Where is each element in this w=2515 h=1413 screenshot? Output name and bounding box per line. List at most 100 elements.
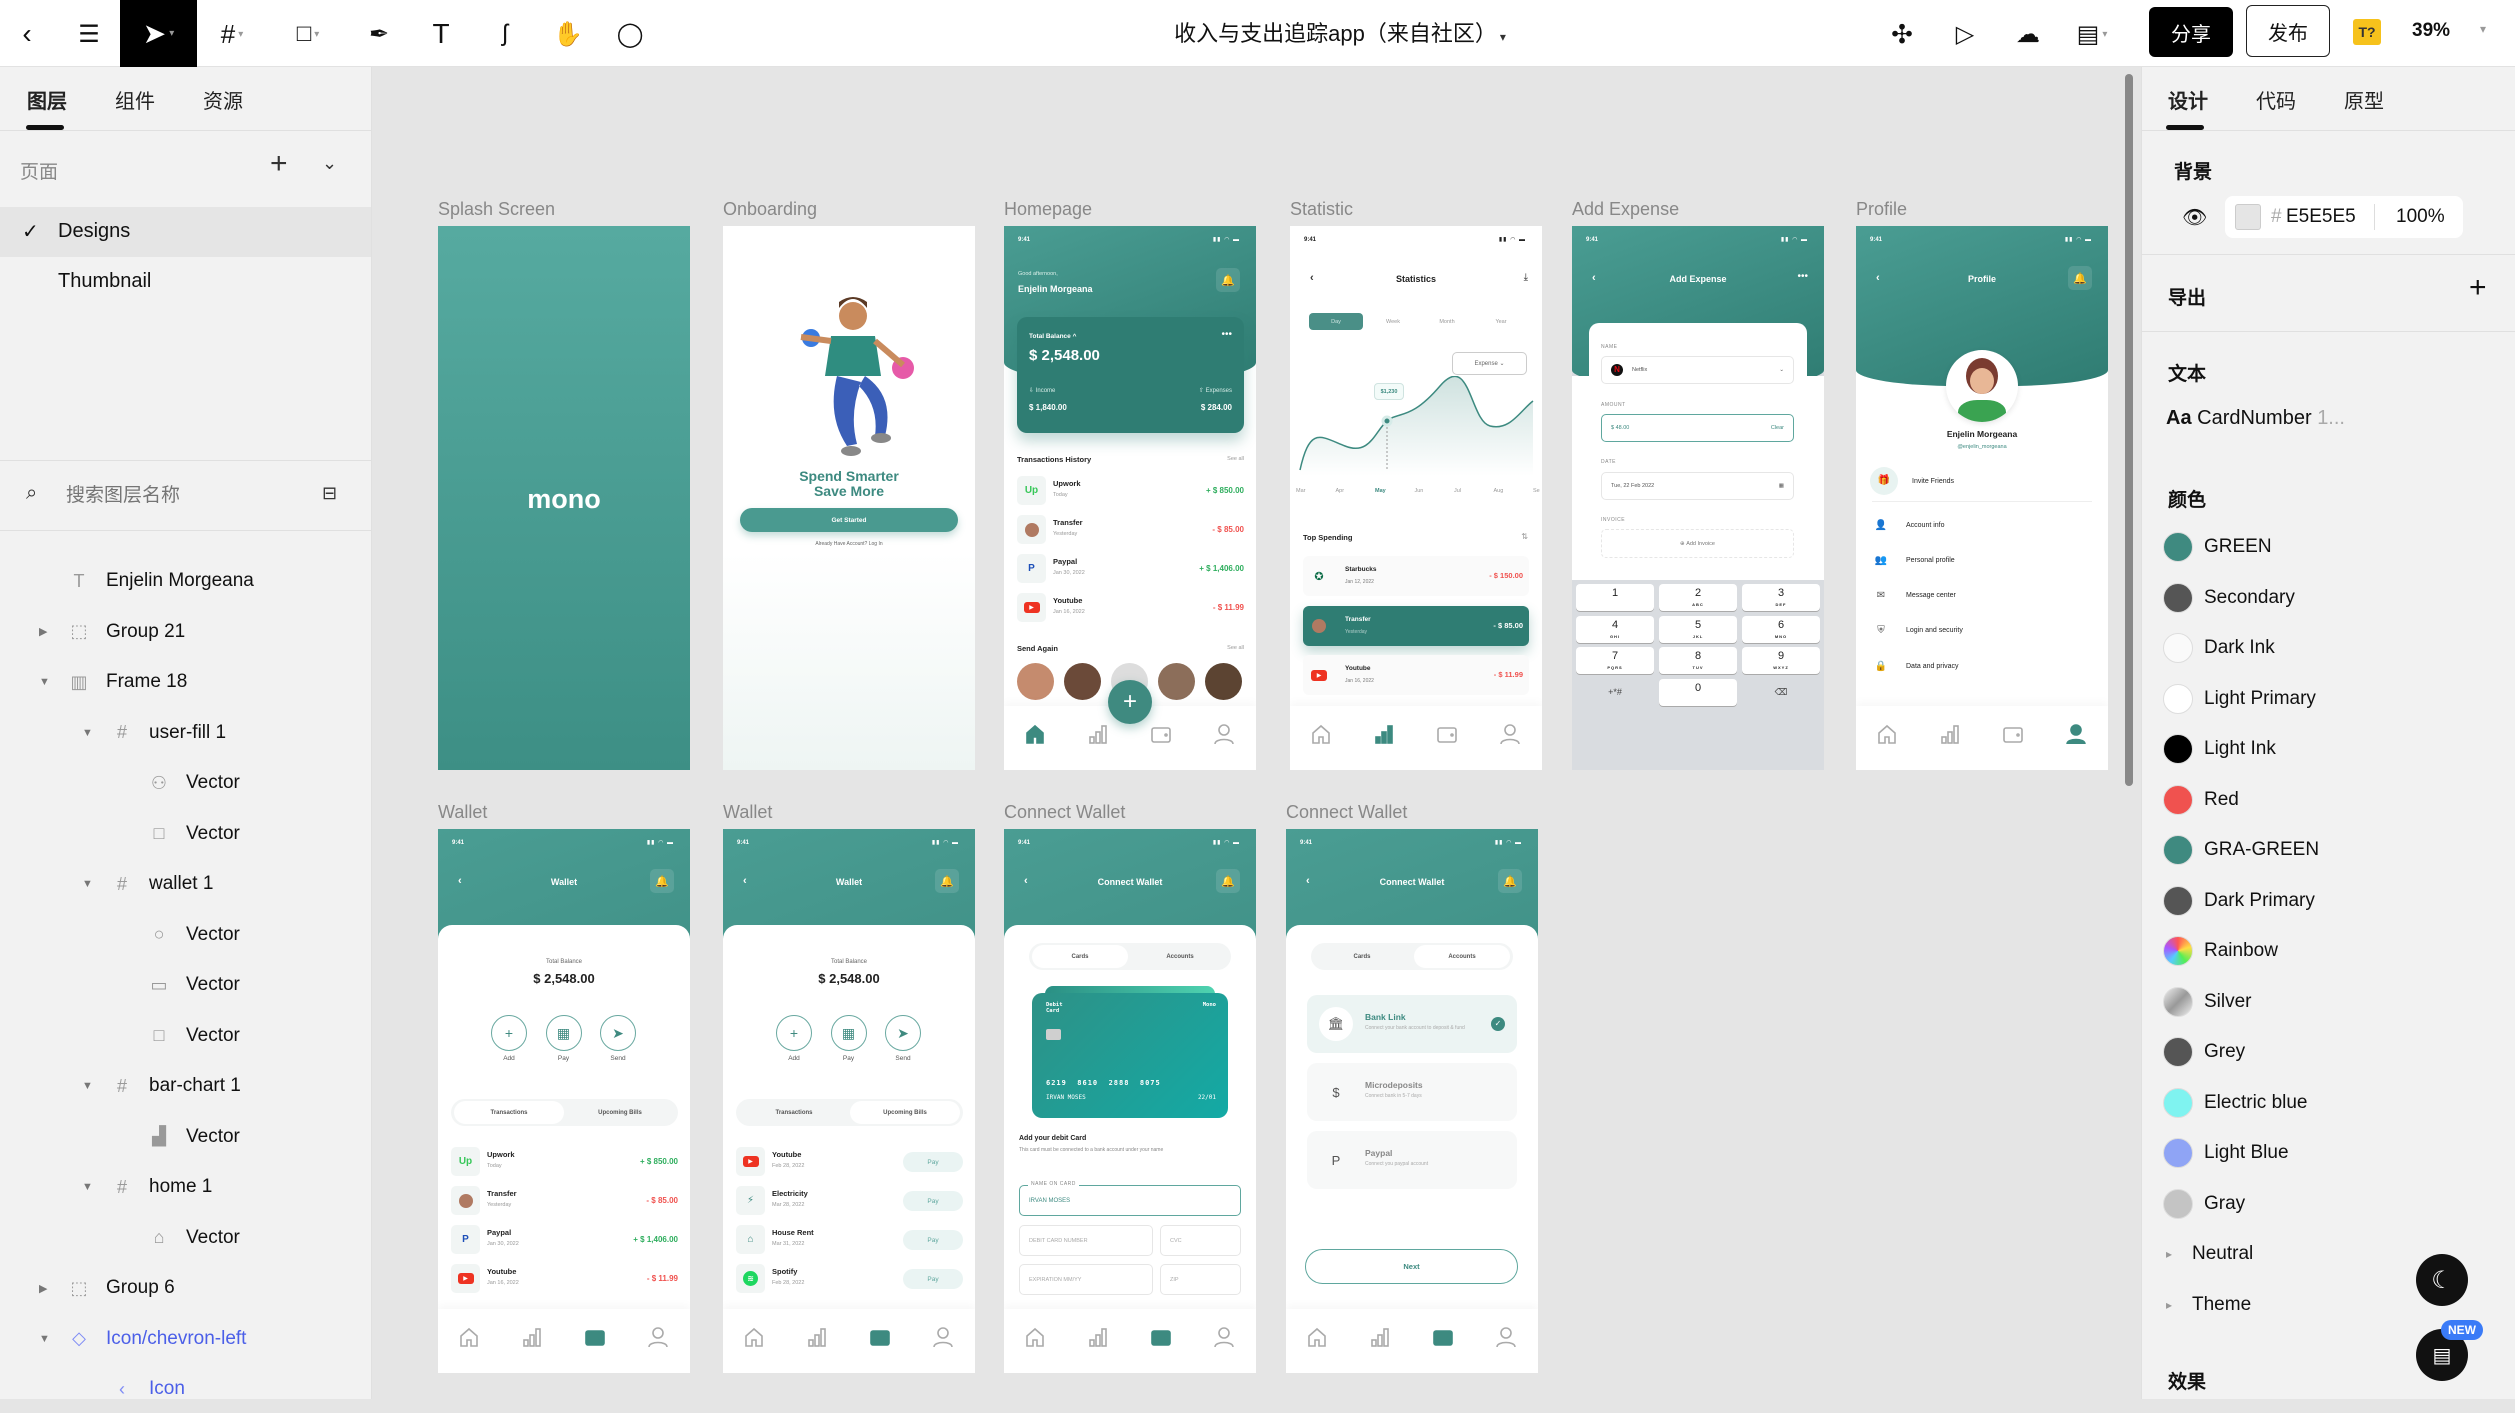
back-icon[interactable]: ‹ [7,14,47,54]
tab-prototype[interactable]: 原型 [2344,85,2384,114]
nav-home-icon[interactable] [743,1326,765,1348]
tab-accounts[interactable]: Accounts [1132,945,1228,968]
canvas-scrollbar[interactable] [2125,74,2133,786]
login-link[interactable]: Already Have Account? Log In [723,541,975,547]
layer-row[interactable]: □ Vector [0,810,372,858]
color-swatch[interactable] [2235,204,2261,230]
color-style-item[interactable]: Dark Ink [2142,626,2515,670]
color-style-item[interactable]: GRA-GREEN [2142,828,2515,872]
see-all-link[interactable]: See all [1227,456,1244,462]
bill-row[interactable]: ⚡ Electricity Mar 28, 2022 Pay [736,1186,963,1216]
color-style-item[interactable]: Rainbow [2142,929,2515,973]
frame-label-connect-wallet-accounts[interactable]: Connect Wallet [1286,802,1407,823]
bill-row[interactable]: ▶ Youtube Feb 28, 2022 Pay [736,1147,963,1177]
layer-filter-icon[interactable]: ⊟ [322,483,337,504]
account-option[interactable]: P Paypal Connect you paypal account [1307,1131,1517,1189]
profile-menu-item[interactable]: 👥 Personal profile [1870,546,2094,574]
nav-profile-icon[interactable] [2065,723,2087,745]
layer-row[interactable]: ▼ # bar-chart 1 [0,1062,372,1110]
bell-icon[interactable]: 🔔 [650,869,674,893]
next-button[interactable]: Next [1305,1249,1518,1284]
play-icon[interactable]: ▷ [1945,14,1985,54]
profile-menu-item[interactable]: 🎁 Invite Friends [1870,467,2094,495]
send-button[interactable]: ➤ [600,1015,636,1051]
period-tab[interactable]: Week [1373,313,1413,330]
account-option[interactable]: $ Microdeposits Connect bank in 5-7 days [1307,1063,1517,1121]
color-style-item[interactable]: Secondary [2142,576,2515,620]
amount-input[interactable]: $ 48.00 Clear [1601,414,1794,442]
nav-wallet-icon[interactable] [1150,1326,1172,1348]
layer-row[interactable]: ▼ # user-fill 1 [0,709,372,757]
tab-upcoming-bills[interactable]: Upcoming Bills [565,1101,675,1124]
keypad-key[interactable]: 0 [1659,678,1737,706]
nav-home-icon[interactable] [1024,723,1046,745]
bell-icon[interactable]: 🔔 [1216,869,1240,893]
profile-menu-item[interactable]: ⛨ Login and security [1870,617,2094,645]
nav-profile-icon[interactable] [1213,723,1235,745]
layer-row[interactable]: □ Vector [0,1012,372,1060]
nav-home-icon[interactable] [458,1326,480,1348]
layout-icon[interactable]: ▤ ▾ [2072,14,2112,54]
layer-row[interactable]: ○ Vector [0,911,372,959]
eye-icon[interactable]: 👁 [2182,205,2207,230]
color-style-item[interactable]: Light Blue [2142,1131,2515,1175]
share-button[interactable]: 分享 [2149,7,2233,57]
frame-statistic[interactable]: 9:41 ▮▮ ◠ ▬ ‹ Statistics ⤓ Day Week Month Y… [1290,226,1542,770]
color-style-item[interactable]: GREEN [2142,525,2515,569]
layer-row[interactable]: ▶ ⬚ Group 6 [0,1264,372,1312]
pay-button[interactable]: Pay [903,1230,963,1250]
nav-profile-icon[interactable] [932,1326,954,1348]
transaction-row[interactable]: Transfer Yesterday - $ 85.00 [451,1186,678,1216]
tab-cards[interactable]: Cards [1032,945,1128,968]
bill-row[interactable]: ≋ Spotify Feb 28, 2022 Pay [736,1264,963,1294]
frame-wallet-transactions[interactable]: 9:41 ▮▮ ◠ ▬ ‹ Wallet 🔔 Up Upwork Today + $ … [438,829,690,1373]
transaction-row[interactable]: Up Upwork Today + $ 850.00 [451,1147,678,1177]
layer-row[interactable]: ▼ ◇ Icon/chevron-left [0,1315,372,1363]
menu-icon[interactable]: ☰ [69,14,109,54]
more-icon[interactable]: ••• [1221,329,1232,340]
color-style-item[interactable]: Dark Primary [2142,879,2515,923]
layer-row[interactable]: ▟ Vector [0,1113,372,1161]
period-tab[interactable]: Year [1481,313,1521,330]
qr-pay-button[interactable]: ▦ [545,1015,582,1051]
balance-card[interactable]: Total Balance ^ ••• $ 2,548.00 ⇩ Income … [1017,317,1244,433]
avatar[interactable] [1205,663,1242,700]
caret-right-icon[interactable]: ▶ [39,1282,47,1295]
transaction-row[interactable]: Up Upwork Today + $ 850.00 [1017,476,1244,506]
frame-label-splash[interactable]: Splash Screen [438,199,555,220]
background-color-field[interactable]: # E5E5E5 100% [2225,196,2463,238]
nav-statistics-icon[interactable] [521,1326,543,1348]
tab-code[interactable]: 代码 [2256,85,2296,114]
color-style-item[interactable]: Silver [2142,980,2515,1024]
account-option[interactable]: 🏛 Bank Link Connect your bank account to d… [1307,995,1517,1053]
debit-card[interactable]: Debit Card Mono 6219 8610 2888 8075 IRVA… [1032,993,1228,1118]
layer-row[interactable]: ⚇ Vector [0,759,372,807]
see-all-link[interactable]: See all [1227,645,1244,651]
frame-label-wallet-bills[interactable]: Wallet [723,802,772,823]
nav-home-icon[interactable] [1876,723,1898,745]
add-export-icon[interactable]: + [2469,271,2487,305]
name-select[interactable]: N Netflix ⌄ [1601,356,1794,384]
keypad-key[interactable]: 3 DEF [1742,584,1820,611]
keypad-key[interactable]: ⌫ [1742,679,1820,706]
nav-wallet-icon[interactable] [2002,723,2024,745]
caret-down-icon[interactable]: ▼ [82,878,93,890]
theme-toggle-button[interactable]: ☾ [2416,1254,2468,1306]
clear-button[interactable]: Clear [1771,425,1784,431]
nav-statistics-icon[interactable] [1087,723,1109,745]
tab-layers[interactable]: 图层 [27,85,67,114]
layer-row[interactable]: T Enjelin Morgeana [0,557,372,605]
hand-tool-icon[interactable]: ✋ [548,14,588,54]
nav-wallet-icon[interactable] [1432,1326,1454,1348]
frame-label-connect-wallet[interactable]: Connect Wallet [1004,802,1125,823]
keypad-key[interactable]: +*# [1576,679,1654,706]
keypad-key[interactable]: 5 JKL [1659,615,1737,643]
nav-statistics-icon[interactable] [1087,1326,1109,1348]
move-tool-icon[interactable]: ➤ ▾ [120,0,197,67]
pen-tool-icon[interactable]: ✒ [359,14,399,54]
add-page-icon[interactable]: + [270,147,288,181]
layer-row[interactable]: ▼ ▥ Frame 18 [0,658,372,706]
add-invoice-button[interactable]: ⊕ Add Invoice [1601,529,1794,558]
spending-row[interactable]: Transfer Yesterday - $ 85.00 [1303,605,1529,646]
nav-profile-icon[interactable] [1499,723,1521,745]
